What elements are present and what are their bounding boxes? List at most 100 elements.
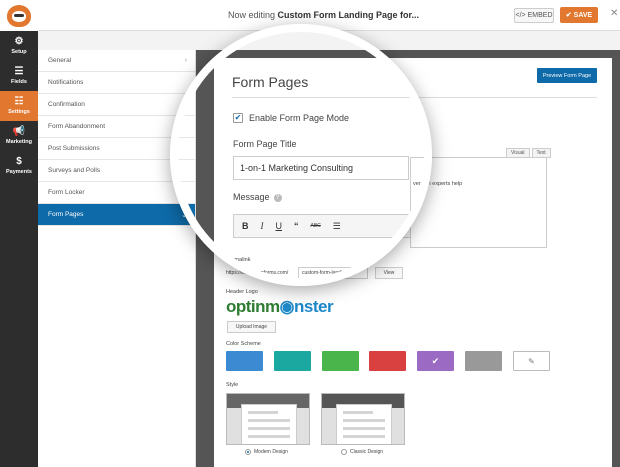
code-icon: </> [515, 12, 526, 19]
radio-modern[interactable] [245, 449, 251, 455]
underline-icon[interactable]: U [276, 221, 283, 231]
settings-item-general[interactable]: General › [38, 50, 195, 72]
wpforms-logo [0, 0, 38, 31]
logo-text-part: optin [226, 297, 266, 316]
panel-header [38, 31, 620, 50]
check-icon: ✔ [565, 12, 572, 19]
list-icon: ☰ [14, 66, 24, 77]
settings-item-form-abandonment[interactable]: Form Abandonment [38, 116, 195, 138]
editor-content: version experts help [413, 181, 463, 187]
permalink-label: Permalink [226, 257, 251, 263]
megaphone-icon: 📢 [12, 126, 26, 137]
bear-mascot-icon [7, 4, 31, 27]
style-modern-option[interactable]: Modern Design [245, 449, 288, 455]
nav-label: Payments [6, 169, 32, 175]
settings-menu: General › Notifications Confirmation Form… [38, 50, 196, 467]
help-icon[interactable]: ? [273, 193, 282, 202]
view-button[interactable]: View [375, 267, 403, 279]
thumb-card [336, 404, 392, 444]
chevron-down-icon: ⌄ [181, 211, 187, 219]
radio-classic[interactable] [341, 449, 347, 455]
page-title-input[interactable]: 1-on-1 Marketing Consulting [233, 156, 409, 180]
settings-item-confirmation[interactable]: Confirmation [38, 94, 195, 116]
nav-setup[interactable]: ⚙ Setup [0, 31, 38, 61]
optinmonster-logo: optinm◉nster [226, 297, 334, 317]
color-swatch-blue[interactable] [226, 351, 263, 371]
tab-text[interactable]: Text [531, 148, 551, 158]
bullet-list-icon[interactable]: ☰ [333, 221, 341, 232]
color-swatch-gray[interactable] [465, 351, 502, 371]
thumb-line [343, 427, 385, 430]
sliders-icon: ☷ [14, 96, 24, 107]
embed-label: EMBED [527, 12, 553, 19]
color-swatch-green[interactable] [322, 351, 359, 371]
style-modern-thumb[interactable] [226, 393, 310, 445]
nav-label: Marketing [6, 139, 32, 145]
nav-marketing[interactable]: 📢 Marketing [0, 121, 38, 151]
settings-item-form-locker[interactable]: Form Locker [38, 182, 195, 204]
bold-icon[interactable]: B [242, 221, 249, 231]
editing-prefix: Now editing [228, 10, 278, 20]
style-classic-option[interactable]: Classic Design [341, 449, 383, 455]
enable-form-page-label: Enable Form Page Mode [249, 113, 350, 123]
top-bar: Now editing Custom Form Landing Page for… [0, 0, 620, 31]
permalink-base: https://testing.wpforms.com/ [226, 270, 289, 276]
color-scheme-label: Color Scheme [226, 341, 261, 347]
nav-fields[interactable]: ☰ Fields [0, 61, 38, 91]
settings-item-post-submissions[interactable]: Post Submissions [38, 138, 195, 160]
settings-item-surveys-polls[interactable]: Surveys and Polls [38, 160, 195, 182]
thumb-line [343, 411, 373, 414]
save-button[interactable]: ✔ SAVE [560, 7, 598, 23]
style-classic-thumb[interactable] [321, 393, 405, 445]
settings-item-label: Confirmation [48, 101, 85, 108]
style-option-label: Modern Design [254, 449, 288, 455]
gear-icon: ⚙ [14, 36, 24, 47]
thumb-line [343, 435, 385, 438]
save-label: SAVE [573, 11, 593, 19]
settings-item-label: Form Abandonment [48, 123, 106, 130]
message-label-row: Message? [233, 192, 282, 202]
close-icon[interactable]: ✕ [610, 8, 618, 19]
message-label: Message [233, 192, 270, 202]
settings-item-label: Post Submissions [48, 145, 100, 152]
nav-label: Settings [8, 109, 30, 115]
nav-label: Fields [11, 79, 27, 85]
settings-item-form-pages[interactable]: Form Pages ⌄ [38, 204, 195, 226]
enable-form-page-row: ✔ Enable Form Page Mode [233, 113, 349, 123]
settings-item-label: Surveys and Polls [48, 167, 101, 174]
message-editor[interactable] [410, 157, 547, 248]
thumb-line [248, 427, 290, 430]
page-title: Form Pages [232, 74, 309, 90]
monster-glyph: ◉ [279, 297, 295, 316]
settings-item-label: Form Locker [48, 189, 85, 196]
thumb-line [248, 419, 290, 422]
color-swatch-red[interactable] [369, 351, 406, 371]
eyedropper-icon: ✎ [528, 356, 535, 366]
strikethrough-icon[interactable]: ABC [311, 223, 321, 229]
italic-icon[interactable]: I [261, 221, 264, 231]
thumb-line [343, 419, 385, 422]
thumb-card [241, 404, 297, 444]
color-swatch-purple[interactable]: ✔ [417, 351, 454, 371]
nav-settings[interactable]: ☷ Settings [0, 91, 38, 121]
header-logo-label: Header Logo [226, 289, 258, 295]
enable-form-page-checkbox[interactable]: ✔ [233, 113, 243, 123]
permalink-slug-input[interactable]: custom-form-landing-p [298, 267, 368, 279]
chevron-right-icon: › [184, 57, 187, 64]
logo-text-part: nster [294, 297, 334, 316]
preview-form-page-button[interactable]: Preview Form Page [537, 68, 597, 83]
thumb-line [248, 435, 290, 438]
settings-item-notifications[interactable]: Notifications [38, 72, 195, 94]
embed-button[interactable]: </> EMBED [514, 8, 554, 23]
form-name: Custom Form Landing Page for... [277, 10, 420, 20]
upload-image-button[interactable]: Upload Image [227, 321, 276, 333]
blockquote-icon[interactable]: “ [294, 221, 299, 231]
tab-visual[interactable]: Visual [506, 148, 530, 158]
color-picker-swatch[interactable]: ✎ [513, 351, 550, 371]
editor-tabs: Visual Text [506, 148, 551, 158]
settings-item-label: General [48, 57, 72, 64]
page-title-label: Form Page Title [233, 139, 297, 149]
color-swatch-teal[interactable] [274, 351, 311, 371]
nav-payments[interactable]: $ Payments [0, 151, 38, 181]
divider [232, 97, 597, 98]
